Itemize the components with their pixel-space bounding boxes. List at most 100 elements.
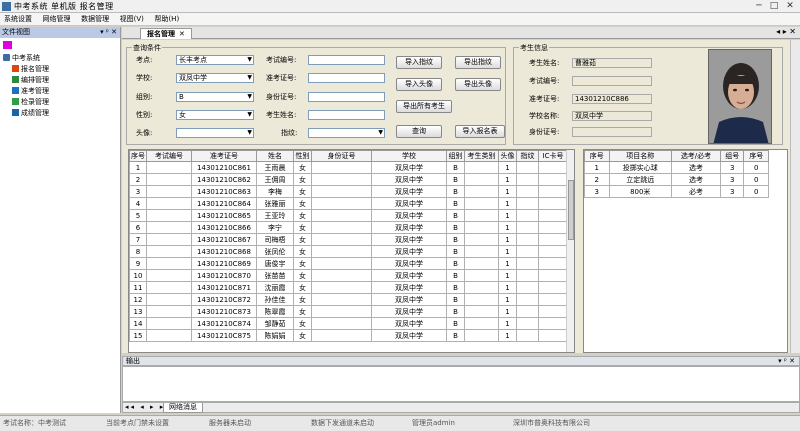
table-cell: 双凤中学 xyxy=(371,161,447,174)
grid-scrollbar[interactable] xyxy=(566,150,574,352)
tab-network-messages[interactable]: 网络消息 xyxy=(163,403,203,413)
import-registration-button[interactable]: 导入报名表 xyxy=(455,125,505,138)
status-server: 服务器未启动 xyxy=(209,419,251,427)
tree-item-registration[interactable]: 报名管理 xyxy=(12,65,49,74)
grid1-column-header[interactable]: 考生类别 xyxy=(464,150,499,162)
table-cell: 3 xyxy=(129,185,147,198)
grid1-column-header[interactable]: 姓名 xyxy=(256,150,294,162)
grid1-column-header[interactable]: IC卡号 xyxy=(538,150,568,162)
table-row[interactable]: 12 14301210C872 孙佳佳女 双凤中学 B 1 xyxy=(129,293,568,306)
table-row[interactable]: 5 14301210C865 王亚玲女 双凤中学 B 1 xyxy=(129,209,568,222)
grid2-column-header[interactable]: 序号 xyxy=(584,150,610,162)
tab-controls[interactable]: ◂ ▸ ✕ xyxy=(776,27,796,36)
scrollbar-thumb[interactable] xyxy=(568,180,574,240)
grid1-column-header[interactable]: 头像 xyxy=(498,150,517,162)
table-row[interactable]: 11 14301210C871 沈丽霞女 双凤中学 B 1 xyxy=(129,281,568,294)
candidate-exam-no-field xyxy=(572,76,652,86)
table-cell: 10 xyxy=(129,269,147,282)
table-cell xyxy=(146,161,192,174)
exam-items-table: 序号 项目名称 选考/必考 组号 序号 1 投掷实心球 选考 3 0 2 立定跳远 选考 3 0 3 800米… xyxy=(584,150,769,198)
candidate-exam-no-label: 考试编号: xyxy=(529,77,560,85)
grid1-column-header[interactable]: 准考证号 xyxy=(191,150,257,162)
grid1-column-header[interactable]: 考试编号 xyxy=(146,150,192,162)
table-cell xyxy=(516,185,539,198)
close-button[interactable]: ✕ xyxy=(783,1,797,12)
table-cell: 司梅梧 xyxy=(256,233,294,246)
exam-no-input[interactable] xyxy=(308,55,385,65)
table-cell: 0 xyxy=(743,185,769,198)
menu-bar: 系统设置 网络管理 数据管理 视图(V) 帮助(H) xyxy=(0,13,800,26)
table-cell: 1 xyxy=(498,221,517,234)
table-cell xyxy=(146,209,192,222)
tree-item-ticket[interactable]: 准考管理 xyxy=(12,87,49,96)
table-row[interactable]: 3 800米 必考 3 0 xyxy=(584,185,769,198)
table-row[interactable]: 6 14301210C866 李宁女 双凤中学 B 1 xyxy=(129,221,568,234)
tree-item-arrangement[interactable]: 编排管理 xyxy=(12,76,49,85)
menu-view[interactable]: 视图(V) xyxy=(116,13,148,26)
grid1-column-header[interactable]: 身份证号 xyxy=(311,150,372,162)
content-scrollbar[interactable] xyxy=(790,40,800,353)
output-controls[interactable]: ▾ ᵖ ✕ xyxy=(778,357,795,365)
name-input[interactable] xyxy=(308,110,385,120)
gender-select[interactable]: 女 ▼ xyxy=(176,110,254,120)
grid1-column-header[interactable]: 序号 xyxy=(129,150,147,162)
table-row[interactable]: 2 立定跳远 选考 3 0 xyxy=(584,173,769,186)
grid1-column-header[interactable]: 学校 xyxy=(371,150,447,162)
table-cell xyxy=(516,197,539,210)
minimize-button[interactable]: ─ xyxy=(752,1,766,12)
table-row[interactable]: 13 14301210C873 陈翠霞女 双凤中学 B 1 xyxy=(129,305,568,318)
menu-network[interactable]: 网络管理 xyxy=(39,13,75,26)
grid2-column-header[interactable]: 序号 xyxy=(743,150,769,162)
close-icon[interactable]: ✕ xyxy=(179,30,185,38)
grid1-column-header[interactable]: 性别 xyxy=(293,150,312,162)
table-cell: 王亚玲 xyxy=(256,209,294,222)
maximize-button[interactable]: □ xyxy=(767,1,781,12)
table-row[interactable]: 7 14301210C867 司梅梧女 双凤中学 B 1 xyxy=(129,233,568,246)
table-row[interactable]: 1 14301210C861 王雨晨女 双凤中学 B 1 xyxy=(129,161,568,174)
table-row[interactable]: 1 投掷实心球 选考 3 0 xyxy=(584,161,769,174)
table-cell xyxy=(311,257,372,270)
table-cell: 11 xyxy=(129,281,147,294)
table-row[interactable]: 8 14301210C868 张凤伦女 双凤中学 B 1 xyxy=(129,245,568,258)
id-no-input[interactable] xyxy=(308,92,385,102)
table-cell: 女 xyxy=(293,329,312,342)
ticket-no-input[interactable] xyxy=(308,73,385,83)
grid1-column-header[interactable]: 组别 xyxy=(446,150,465,162)
grid2-column-header[interactable]: 选考/必考 xyxy=(670,150,722,162)
school-select[interactable]: 双凤中学 ▼ xyxy=(176,73,254,83)
tree-item-checkin[interactable]: 检录管理 xyxy=(12,98,49,107)
table-cell: 1 xyxy=(498,257,517,270)
export-avatar-button[interactable]: 导出头像 xyxy=(455,78,501,91)
export-all-candidates-button[interactable]: 导出所有考生 xyxy=(396,100,452,113)
export-fingerprint-button[interactable]: 导出指纹 xyxy=(455,56,501,69)
menu-help[interactable]: 帮助(H) xyxy=(150,13,183,26)
exam-point-select[interactable]: 长丰考点 ▼ xyxy=(176,55,254,65)
grid2-column-header[interactable]: 组号 xyxy=(720,150,745,162)
fingerprint-select[interactable]: ▼ xyxy=(308,128,385,138)
table-row[interactable]: 3 14301210C863 李梅女 双凤中学 B 1 xyxy=(129,185,568,198)
group-select[interactable]: B ▼ xyxy=(176,92,254,102)
table-cell: 女 xyxy=(293,233,312,246)
menu-system-settings[interactable]: 系统设置 xyxy=(0,13,36,26)
panel-controls[interactable]: ▾ ᵖ ✕ xyxy=(100,27,117,38)
query-button[interactable]: 查询 xyxy=(396,125,442,138)
table-row[interactable]: 15 14301210C875 陈娟娟女 双凤中学 B 1 xyxy=(129,329,568,342)
tree-item-scores[interactable]: 成绩管理 xyxy=(12,109,49,118)
import-fingerprint-button[interactable]: 导入指纹 xyxy=(396,56,442,69)
table-row[interactable]: 10 14301210C870 张苗苗女 双凤中学 B 1 xyxy=(129,269,568,282)
table-cell: 投掷实心球 xyxy=(608,161,672,174)
grid1-column-header[interactable]: 指纹 xyxy=(516,150,539,162)
table-cell: 1 xyxy=(498,293,517,306)
tree-root[interactable]: 中考系统 xyxy=(3,54,40,63)
table-row[interactable]: 9 14301210C869 唐俊宇女 双凤中学 B 1 xyxy=(129,257,568,270)
table-cell: 800米 xyxy=(608,185,672,198)
table-row[interactable]: 4 14301210C864 张雅丽女 双凤中学 B 1 xyxy=(129,197,568,210)
grid2-column-header[interactable]: 项目名称 xyxy=(608,150,672,162)
table-row[interactable]: 2 14301210C862 王佣周女 双凤中学 B 1 xyxy=(129,173,568,186)
tab-registration[interactable]: 报名管理 ✕ xyxy=(140,28,192,39)
table-cell: 1 xyxy=(498,185,517,198)
table-row[interactable]: 14 14301210C874 邹静茹女 双凤中学 B 1 xyxy=(129,317,568,330)
import-avatar-button[interactable]: 导入头像 xyxy=(396,78,442,91)
head-select[interactable]: ▼ xyxy=(176,128,254,138)
menu-data[interactable]: 数据管理 xyxy=(77,13,113,26)
